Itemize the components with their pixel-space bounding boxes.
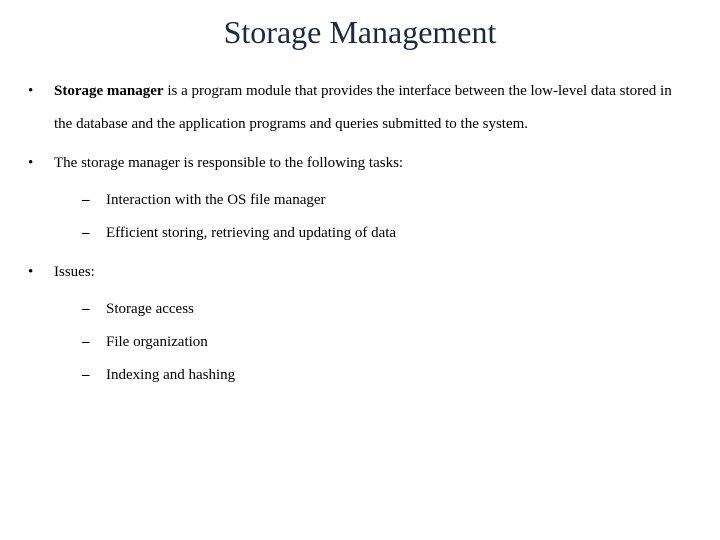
list-item: • The storage manager is responsible to … bbox=[28, 147, 692, 250]
list-item-text: Storage manager is a program module that… bbox=[54, 75, 692, 141]
list-item: • Storage manager is a program module th… bbox=[28, 75, 692, 141]
list-item-text: The storage manager is responsible to th… bbox=[54, 155, 403, 171]
sub-list-item: – Efficient storing, retrieving and upda… bbox=[82, 217, 692, 250]
sub-item-text: Efficient storing, retrieving and updati… bbox=[106, 217, 692, 250]
sub-list: – Storage access – File organization – I… bbox=[54, 293, 692, 392]
list-item-text: Issues: bbox=[54, 264, 95, 280]
bullet-icon: • bbox=[28, 256, 54, 392]
sub-item-text: Storage access bbox=[106, 293, 692, 326]
list-item-content: Issues: – Storage access – File organiza… bbox=[54, 256, 692, 392]
dash-icon: – bbox=[82, 359, 106, 392]
sub-item-text: File organization bbox=[106, 326, 692, 359]
bullet-icon: • bbox=[28, 147, 54, 250]
sub-item-text: Indexing and hashing bbox=[106, 359, 692, 392]
dash-icon: – bbox=[82, 217, 106, 250]
slide-title: Storage Management bbox=[28, 14, 692, 51]
dash-icon: – bbox=[82, 326, 106, 359]
bullet-list: • Storage manager is a program module th… bbox=[28, 75, 692, 392]
sub-list-item: – Interaction with the OS file manager bbox=[82, 184, 692, 217]
sub-item-text: Interaction with the OS file manager bbox=[106, 184, 692, 217]
emphasis-text: Storage manager bbox=[54, 83, 164, 99]
sub-list-item: – Indexing and hashing bbox=[82, 359, 692, 392]
sub-list-item: – Storage access bbox=[82, 293, 692, 326]
list-item: • Issues: – Storage access – File organi… bbox=[28, 256, 692, 392]
slide: Storage Management • Storage manager is … bbox=[0, 0, 720, 540]
list-item-content: The storage manager is responsible to th… bbox=[54, 147, 692, 250]
sub-list-item: – File organization bbox=[82, 326, 692, 359]
dash-icon: – bbox=[82, 184, 106, 217]
sub-list: – Interaction with the OS file manager –… bbox=[54, 184, 692, 250]
bullet-icon: • bbox=[28, 75, 54, 141]
dash-icon: – bbox=[82, 293, 106, 326]
